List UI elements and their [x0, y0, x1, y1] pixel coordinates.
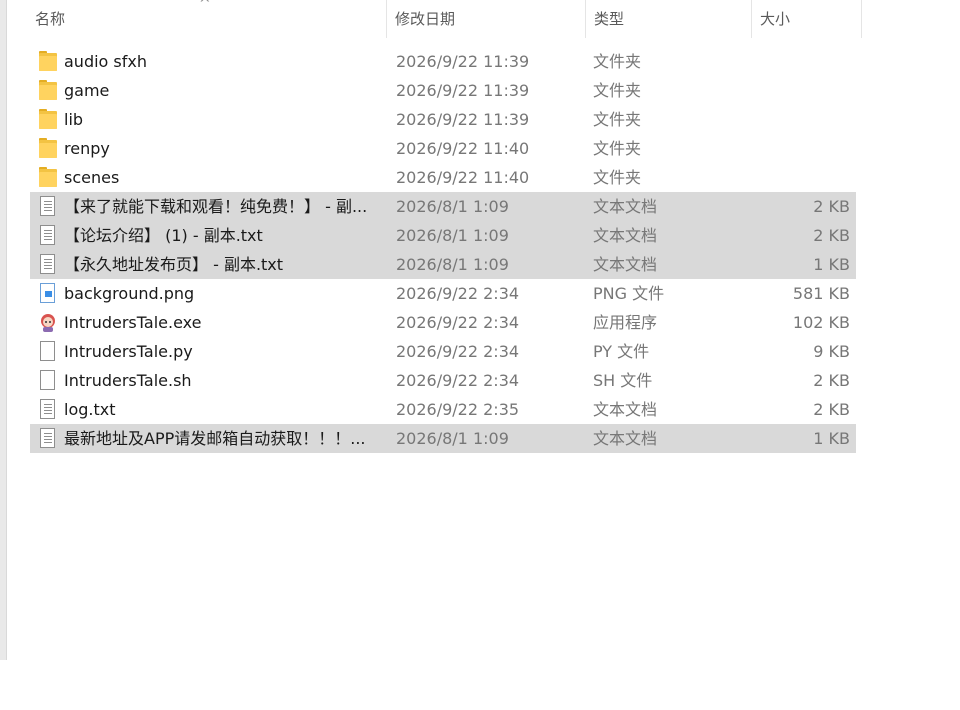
- file-row[interactable]: audio sfxh 2026/9/22 11:39 文件夹: [30, 47, 856, 76]
- file-type: 文本文档: [593, 429, 658, 448]
- file-type: 文件夹: [593, 110, 642, 129]
- file-name: lib: [64, 110, 84, 129]
- file-name: audio sfxh: [64, 52, 147, 71]
- text-file-icon: [39, 428, 57, 449]
- file-type: 文本文档: [593, 400, 658, 419]
- file-size: 1 KB: [813, 255, 850, 274]
- file-size: 2 KB: [813, 400, 850, 419]
- blank-file-icon: [39, 370, 57, 391]
- column-divider[interactable]: [386, 0, 387, 38]
- navigation-pane-edge: [0, 0, 7, 660]
- file-name: 最新地址及APP请发邮箱自动获取！！！...: [64, 429, 366, 448]
- file-size: [750, 47, 850, 76]
- file-modified-date: 2026/9/22 11:39: [396, 81, 530, 100]
- file-type: 文本文档: [593, 197, 658, 216]
- file-type: 文件夹: [593, 52, 642, 71]
- file-modified-date: 2026/9/22 11:40: [396, 139, 530, 158]
- column-divider[interactable]: [751, 0, 752, 38]
- file-size: [750, 105, 850, 134]
- folder-icon: [39, 138, 57, 159]
- file-name: 【论坛介绍】 (1) - 副本.txt: [64, 226, 263, 245]
- file-size: 2 KB: [813, 371, 850, 390]
- file-name: IntrudersTale.py: [64, 342, 193, 361]
- file-row[interactable]: scenes 2026/9/22 11:40 文件夹: [30, 163, 856, 192]
- file-name: log.txt: [64, 400, 116, 419]
- file-modified-date: 2026/8/1 1:09: [396, 429, 509, 448]
- column-header-type[interactable]: 类型: [594, 0, 624, 38]
- file-name: scenes: [64, 168, 120, 187]
- file-name: 【来了就能下载和观看！纯免费！】 - 副...: [64, 197, 368, 216]
- file-size: 9 KB: [813, 342, 850, 361]
- file-size: 581 KB: [792, 284, 850, 303]
- blank-file-icon: [39, 341, 57, 362]
- file-list: audio sfxh 2026/9/22 11:39 文件夹 game 2026/9/2…: [30, 47, 856, 453]
- file-size: 2 KB: [813, 197, 850, 216]
- file-row[interactable]: 【论坛介绍】 (1) - 副本.txt 2026/8/1 1:09 文本文档 2 KB: [30, 221, 856, 250]
- file-size: [750, 134, 850, 163]
- folder-icon: [39, 109, 57, 130]
- file-name: IntrudersTale.sh: [64, 371, 192, 390]
- file-size: 102 KB: [792, 313, 850, 332]
- file-row[interactable]: game 2026/9/22 11:39 文件夹: [30, 76, 856, 105]
- file-row[interactable]: IntrudersTale.py 2026/9/22 2:34 PY 文件 9 KB: [30, 337, 856, 366]
- file-row[interactable]: lib 2026/9/22 11:39 文件夹: [30, 105, 856, 134]
- file-type: SH 文件: [593, 371, 653, 390]
- file-row[interactable]: log.txt 2026/9/22 2:35 文本文档 2 KB: [30, 395, 856, 424]
- file-row[interactable]: IntrudersTale.exe 2026/9/22 2:34 应用程序 102 K…: [30, 308, 856, 337]
- file-modified-date: 2026/8/1 1:09: [396, 255, 509, 274]
- text-file-icon: [39, 254, 57, 275]
- file-size: 1 KB: [813, 429, 850, 448]
- folder-icon: [39, 167, 57, 188]
- file-name: renpy: [64, 139, 110, 158]
- file-name: game: [64, 81, 110, 100]
- column-divider[interactable]: [585, 0, 586, 38]
- file-type: 文本文档: [593, 255, 658, 274]
- file-type: PNG 文件: [593, 284, 665, 303]
- file-row[interactable]: background.png 2026/9/22 2:34 PNG 文件 581 KB: [30, 279, 856, 308]
- app-icon: [39, 312, 57, 333]
- image-file-icon: [39, 283, 57, 304]
- folder-icon: [39, 51, 57, 72]
- text-file-icon: [39, 196, 57, 217]
- file-row[interactable]: IntrudersTale.sh 2026/9/22 2:34 SH 文件 2 KB: [30, 366, 856, 395]
- file-type: 文件夹: [593, 81, 642, 100]
- column-header-bar: ^ 名称 修改日期 类型 大小: [0, 0, 862, 38]
- file-type: 文件夹: [593, 139, 642, 158]
- file-modified-date: 2026/9/22 11:40: [396, 168, 530, 187]
- file-name: 【永久地址发布页】 - 副本.txt: [64, 255, 284, 274]
- column-header-size[interactable]: 大小: [760, 0, 790, 38]
- text-file-icon: [39, 225, 57, 246]
- column-header-date[interactable]: 修改日期: [395, 0, 455, 38]
- file-modified-date: 2026/9/22 11:39: [396, 52, 530, 71]
- file-modified-date: 2026/8/1 1:09: [396, 197, 509, 216]
- column-header-name[interactable]: 名称: [35, 0, 65, 38]
- file-modified-date: 2026/9/22 2:34: [396, 371, 520, 390]
- file-modified-date: 2026/8/1 1:09: [396, 226, 509, 245]
- file-size: [750, 76, 850, 105]
- file-modified-date: 2026/9/22 2:34: [396, 284, 520, 303]
- file-row[interactable]: 最新地址及APP请发邮箱自动获取！！！... 2026/8/1 1:09 文本文档 1…: [30, 424, 856, 453]
- file-modified-date: 2026/9/22 2:35: [396, 400, 520, 419]
- file-modified-date: 2026/9/22 2:34: [396, 313, 520, 332]
- file-row[interactable]: 【永久地址发布页】 - 副本.txt 2026/8/1 1:09 文本文档 1 KB: [30, 250, 856, 279]
- file-modified-date: 2026/9/22 2:34: [396, 342, 520, 361]
- file-row[interactable]: renpy 2026/9/22 11:40 文件夹: [30, 134, 856, 163]
- sort-ascending-icon: ^: [199, 0, 211, 12]
- column-divider[interactable]: [861, 0, 862, 38]
- file-size: [750, 163, 850, 192]
- file-type: 文本文档: [593, 226, 658, 245]
- file-size: 2 KB: [813, 226, 850, 245]
- file-type: 文件夹: [593, 168, 642, 187]
- file-row[interactable]: 【来了就能下载和观看！纯免费！】 - 副... 2026/8/1 1:09 文本文档…: [30, 192, 856, 221]
- folder-icon: [39, 80, 57, 101]
- file-type: 应用程序: [593, 313, 658, 332]
- file-name: IntrudersTale.exe: [64, 313, 202, 332]
- text-file-icon: [39, 399, 57, 420]
- file-modified-date: 2026/9/22 11:39: [396, 110, 530, 129]
- file-type: PY 文件: [593, 342, 650, 361]
- file-name: background.png: [64, 284, 195, 303]
